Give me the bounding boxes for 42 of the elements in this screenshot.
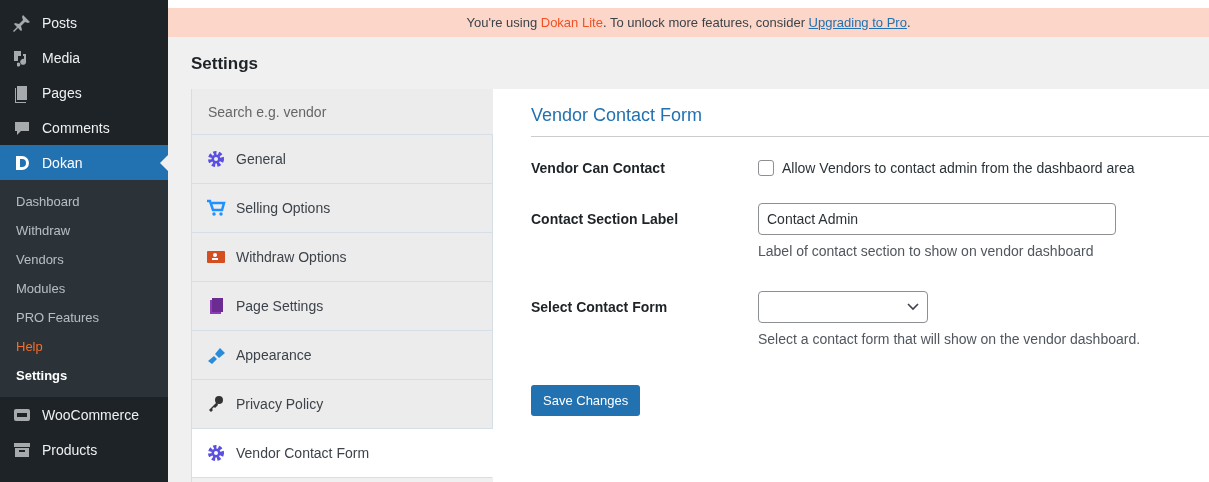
select-field[interactable] — [758, 291, 928, 323]
menu-item[interactable]: Pages — [0, 75, 168, 110]
gear-icon — [206, 443, 226, 463]
field-label: Select Contact Form — [531, 298, 669, 317]
submenu-item[interactable]: PRO Features — [0, 303, 168, 332]
field-label: Vendor Can Contact — [531, 160, 666, 176]
checkbox-label: Allow Vendors to contact admin from the dashbaord area — [782, 160, 1135, 176]
submenu-item[interactable]: Settings — [0, 361, 168, 390]
help-text: Select a contact form that will show on the vendor dashboard. — [758, 331, 1142, 347]
menu-item[interactable]: Media — [0, 40, 168, 75]
upgrade-link[interactable]: Upgrading to Pro — [808, 15, 907, 30]
chevron-down-icon — [907, 303, 919, 311]
submenu-item[interactable]: Help — [0, 332, 168, 361]
settings-tab[interactable]: Appearance — [192, 331, 493, 380]
settings-tab[interactable]: Vendor Contact Form — [192, 429, 493, 478]
settings-tab[interactable]: General — [192, 135, 493, 184]
help-text: Label of contact section to show on vendor dashboard — [758, 243, 1095, 259]
notice-text: You're using Dokan Lite. To unlock more features, consider Upgrading to Pro. — [466, 15, 911, 30]
menu-item[interactable]: Comments — [0, 110, 168, 145]
input-field[interactable]: Contact Admin — [758, 203, 1116, 235]
settings-tab[interactable]: Privacy Policy — [192, 380, 493, 429]
settings-tab[interactable]: Page Settings — [192, 282, 493, 331]
save-button[interactable]: Save Changes — [531, 385, 641, 416]
settings-tab[interactable]: Withdraw Options — [192, 233, 493, 282]
submenu-item[interactable]: Dashboard — [0, 187, 168, 216]
gear-icon — [206, 149, 226, 169]
settings-tab[interactable]: Selling Options — [192, 184, 493, 233]
submenu-item[interactable]: Withdraw — [0, 216, 168, 245]
field-label: Contact Section Label — [531, 210, 680, 229]
pin-icon — [12, 12, 32, 33]
search-field[interactable]: Search e.g. vendor — [192, 89, 493, 135]
submenu-item[interactable]: Vendors — [0, 245, 168, 274]
page-title: Settings — [191, 54, 260, 75]
checkbox[interactable] — [758, 160, 774, 176]
menu-item[interactable]: Products — [0, 432, 168, 467]
brush-icon — [206, 345, 226, 365]
cart-icon — [206, 198, 226, 218]
menu-item[interactable]: Posts — [0, 5, 168, 40]
menu-item[interactable]: WooCommerce — [0, 397, 168, 432]
submenu-item[interactable]: Modules — [0, 274, 168, 303]
menu-item[interactable]: Dokan — [0, 145, 168, 180]
section-title: Vendor Contact Form — [531, 89, 1209, 137]
